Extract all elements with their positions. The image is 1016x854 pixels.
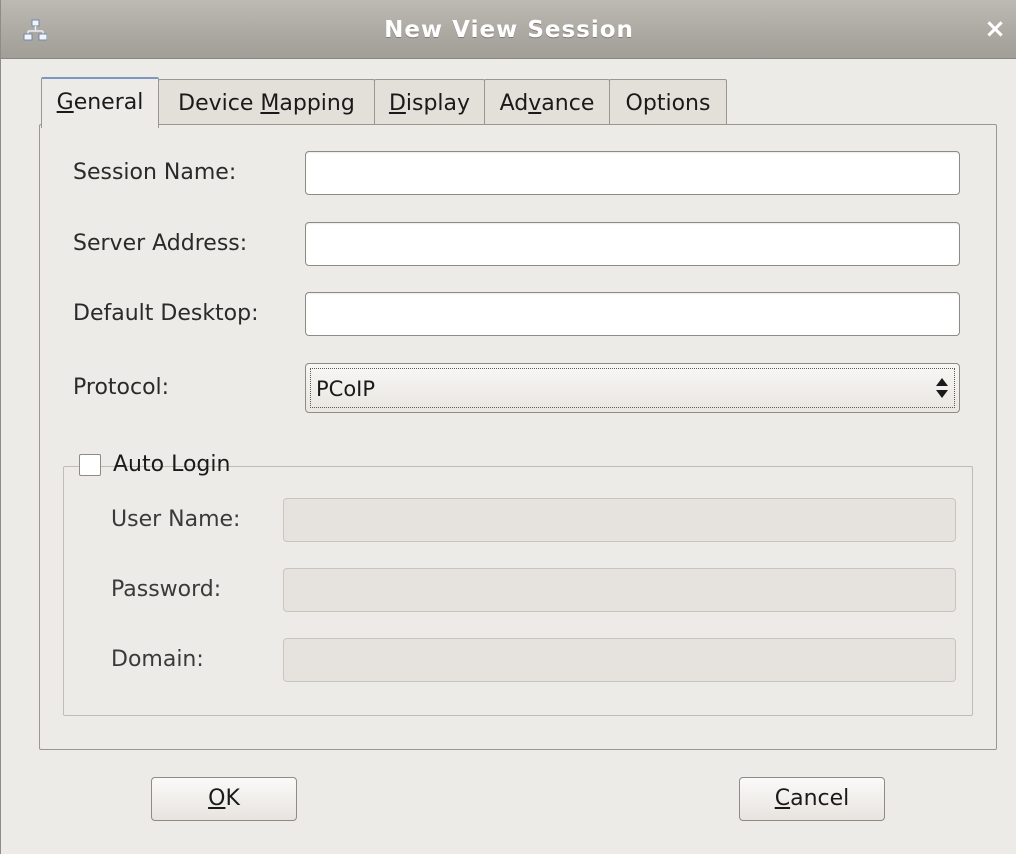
tab-display[interactable]: Display [374, 79, 485, 125]
tab-options[interactable]: Options [609, 79, 727, 125]
close-button[interactable]: × [981, 14, 1009, 44]
tab-device-mapping[interactable]: Device Mapping [158, 79, 375, 125]
default-desktop-label: Default Desktop: [73, 301, 259, 326]
tab-general-label-post: eneral [73, 90, 144, 115]
default-desktop-input[interactable] [305, 292, 960, 336]
auto-login-label[interactable]: Auto Login [113, 450, 230, 480]
server-address-label: Server Address: [73, 231, 248, 256]
password-label: Password: [111, 577, 222, 602]
session-name-label: Session Name: [73, 160, 237, 185]
tab-advance[interactable]: Advance [484, 79, 610, 125]
user-name-label: User Name: [111, 507, 241, 532]
tab-general-mnemonic: G [56, 90, 74, 115]
focus-ring [310, 368, 955, 408]
tab-advance-mnemonic: v [528, 91, 542, 116]
tab-device-mapping-mnemonic: M [260, 91, 280, 116]
tab-advance-label-post: ance [541, 91, 595, 116]
ok-mnemonic: O [208, 786, 226, 811]
tab-display-mnemonic: D [388, 91, 406, 116]
tab-options-label: Options [625, 91, 711, 116]
user-name-input[interactable] [283, 498, 956, 542]
tab-device-mapping-label-pre: Device [178, 91, 261, 116]
tab-device-mapping-label-post: apping [279, 91, 355, 116]
auto-login-checkbox[interactable] [79, 454, 101, 476]
protocol-label: Protocol: [73, 375, 170, 400]
tab-advance-label-pre: Ad [499, 91, 529, 116]
dialog-window: New View Session × General Device Mappin… [0, 0, 1016, 854]
tab-general[interactable]: General [41, 77, 159, 128]
title-bar[interactable]: New View Session × [1, 0, 1016, 59]
protocol-select[interactable]: PCoIP [305, 363, 960, 413]
cancel-button[interactable]: Cancel [739, 777, 885, 821]
domain-label: Domain: [111, 647, 204, 672]
cancel-mnemonic: C [774, 786, 791, 811]
close-icon: × [984, 14, 1006, 44]
ok-button[interactable]: OK [151, 777, 297, 821]
protocol-selected-value: PCoIP [316, 377, 376, 401]
ok-label: K [225, 786, 240, 811]
session-name-input[interactable] [305, 151, 960, 195]
server-address-input[interactable] [305, 222, 960, 266]
domain-input[interactable] [283, 638, 956, 682]
window-title: New View Session [384, 17, 634, 43]
password-input[interactable] [283, 568, 956, 612]
up-down-arrows-icon [936, 378, 948, 398]
cancel-label: ancel [790, 786, 850, 811]
tab-display-label-post: isplay [405, 91, 471, 116]
